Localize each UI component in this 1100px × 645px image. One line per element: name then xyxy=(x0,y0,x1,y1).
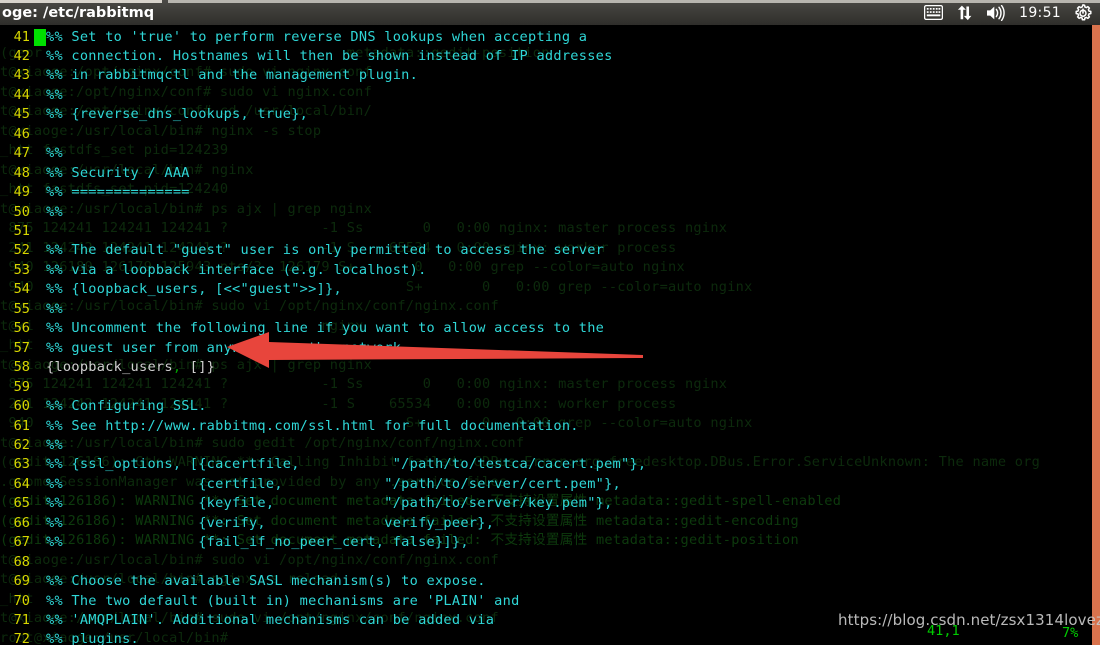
vim-line-number: 61 xyxy=(13,417,30,434)
terminal-window[interactable]: (geor metadata::gedit-position t@xiaoge:/… xyxy=(0,25,1100,645)
window-title: oge: /etc/rabbitmq xyxy=(2,5,154,21)
vim-line-number: 56 xyxy=(13,320,30,337)
vim-line-number: 62 xyxy=(13,436,30,453)
vim-comment-line[interactable]: %% Choose the available SASL mechanism(s… xyxy=(46,572,486,592)
vim-line-number: 64 xyxy=(13,475,30,492)
volume-icon[interactable] xyxy=(986,4,1006,21)
vim-comment-line[interactable]: %% xyxy=(46,436,63,456)
vim-line-number: 46 xyxy=(13,125,30,142)
network-updown-icon[interactable] xyxy=(956,5,973,21)
vim-line-number: 51 xyxy=(13,223,30,239)
vim-comment-line[interactable]: %% Uncomment the following line if you w… xyxy=(46,319,604,339)
vim-line-number: 52 xyxy=(13,242,30,259)
window-border-left xyxy=(0,0,162,3)
vim-line-number: 55 xyxy=(13,300,30,317)
vim-line-number: 71 xyxy=(13,612,30,628)
vim-comment-line[interactable]: %% {loopback_users, [<<"guest">>]}, xyxy=(46,280,342,300)
vim-line-number: 49 xyxy=(13,184,30,201)
vim-comment-line[interactable]: %% See http://www.rabbitmq.com/ssl.html … xyxy=(46,417,579,437)
vim-line-number: 66 xyxy=(13,514,30,531)
system-tray: 19:51 xyxy=(924,3,1100,22)
vim-line-number: 54 xyxy=(13,281,30,298)
vim-line-number: 60 xyxy=(13,398,30,415)
vim-comment-line[interactable]: %% {verify, verify_peer}, xyxy=(46,514,494,534)
vim-line-number: 53 xyxy=(13,261,30,278)
vim-comment-line[interactable]: %% {keyfile, "/path/to/server/key.pem"}, xyxy=(46,494,613,514)
window-border-right xyxy=(168,0,1100,3)
panel-clock[interactable]: 19:51 xyxy=(1019,5,1061,21)
vim-line-number: 58 xyxy=(13,359,30,376)
vim-line-number: 42 xyxy=(13,47,30,64)
vim-comment-line[interactable]: %% Security / AAA xyxy=(46,164,190,184)
watermark-text: https://blog.csdn.net/zsx1314lovezyf xyxy=(838,611,1100,629)
vim-line-number: 41 xyxy=(13,28,30,45)
vim-comment-line[interactable]: %% via a loopback interface (e.g. localh… xyxy=(46,261,427,281)
vim-line-number: 50 xyxy=(13,203,30,220)
vim-comment-line[interactable]: %% 'AMQPLAIN'. Additional mechanisms can… xyxy=(46,611,494,631)
vim-line-number: 59 xyxy=(13,378,30,395)
vim-ruler-position: 41,1 xyxy=(927,623,960,639)
vim-comment-line[interactable]: %% xyxy=(46,203,63,223)
vim-line-number: 43 xyxy=(13,67,30,84)
power-gear-icon[interactable] xyxy=(1074,3,1092,22)
vim-comment-line[interactable]: %% xyxy=(46,144,63,164)
vim-comment-line[interactable]: %% The default "guest" user is only perm… xyxy=(46,241,604,261)
vim-line-number: 70 xyxy=(13,592,30,609)
window-title-prefix: oge: xyxy=(2,4,44,21)
vim-buffer[interactable]: 41 %% Set to 'true' to perform reverse DN… xyxy=(0,25,1100,645)
vim-comment-line[interactable]: %% in rabbitmqctl and the management plu… xyxy=(46,66,418,86)
window-title-path: /etc/rabbitmq xyxy=(43,4,155,21)
vim-ruler-percent: 7% xyxy=(1062,625,1079,641)
vim-comment-line[interactable]: %% The two default (built in) mechanisms… xyxy=(46,592,520,612)
vim-line-number: 57 xyxy=(13,339,30,356)
vim-comment-line[interactable]: %% plugins. xyxy=(46,630,139,645)
vim-code-line[interactable]: {loopback_users, []} xyxy=(46,358,215,378)
vim-comment-line[interactable]: %% connection. Hostnames will then be sh… xyxy=(46,47,613,67)
vim-line-number: 69 xyxy=(13,573,30,590)
vim-line-number: 44 xyxy=(13,86,30,103)
vim-line-number: 47 xyxy=(13,145,30,162)
vim-line-number: 68 xyxy=(13,553,30,570)
desktop-top-panel: oge: /etc/rabbitmq 19:51 xyxy=(0,0,1100,25)
vim-comment-line[interactable]: %% {fail_if_no_peer_cert, false}]}, xyxy=(46,533,469,553)
keyboard-icon[interactable] xyxy=(924,5,944,20)
vim-line-number: 67 xyxy=(13,534,30,551)
vim-line-number: 65 xyxy=(13,495,30,512)
terminal-scrollbar[interactable] xyxy=(1092,25,1100,645)
vim-line-number: 48 xyxy=(13,164,30,181)
vim-comment-line[interactable]: %% xyxy=(46,300,63,320)
vim-comment-line[interactable]: %% xyxy=(46,86,63,106)
vim-line-number: 72 xyxy=(13,631,30,645)
vim-comment-line[interactable]: %% {reverse_dns_lookups, true}, xyxy=(46,105,308,125)
vim-line-number: 63 xyxy=(13,456,30,473)
vim-comment-line[interactable]: %% {ssl_options, [{cacertfile, "/path/to… xyxy=(46,455,646,475)
vim-comment-line[interactable]: %% guest user from anywhere on the netwo… xyxy=(46,339,410,359)
vim-comment-line[interactable]: %% ============== xyxy=(46,183,190,203)
vim-comment-line[interactable]: %% Set to 'true' to perform reverse DNS … xyxy=(46,28,587,48)
vim-comment-line[interactable]: %% {certfile, "/path/to/server/cert.pem"… xyxy=(46,475,621,495)
text-cursor xyxy=(34,28,46,46)
vim-comment-line[interactable]: %% Configuring SSL. xyxy=(46,397,207,417)
vim-line-number: 45 xyxy=(13,106,30,123)
